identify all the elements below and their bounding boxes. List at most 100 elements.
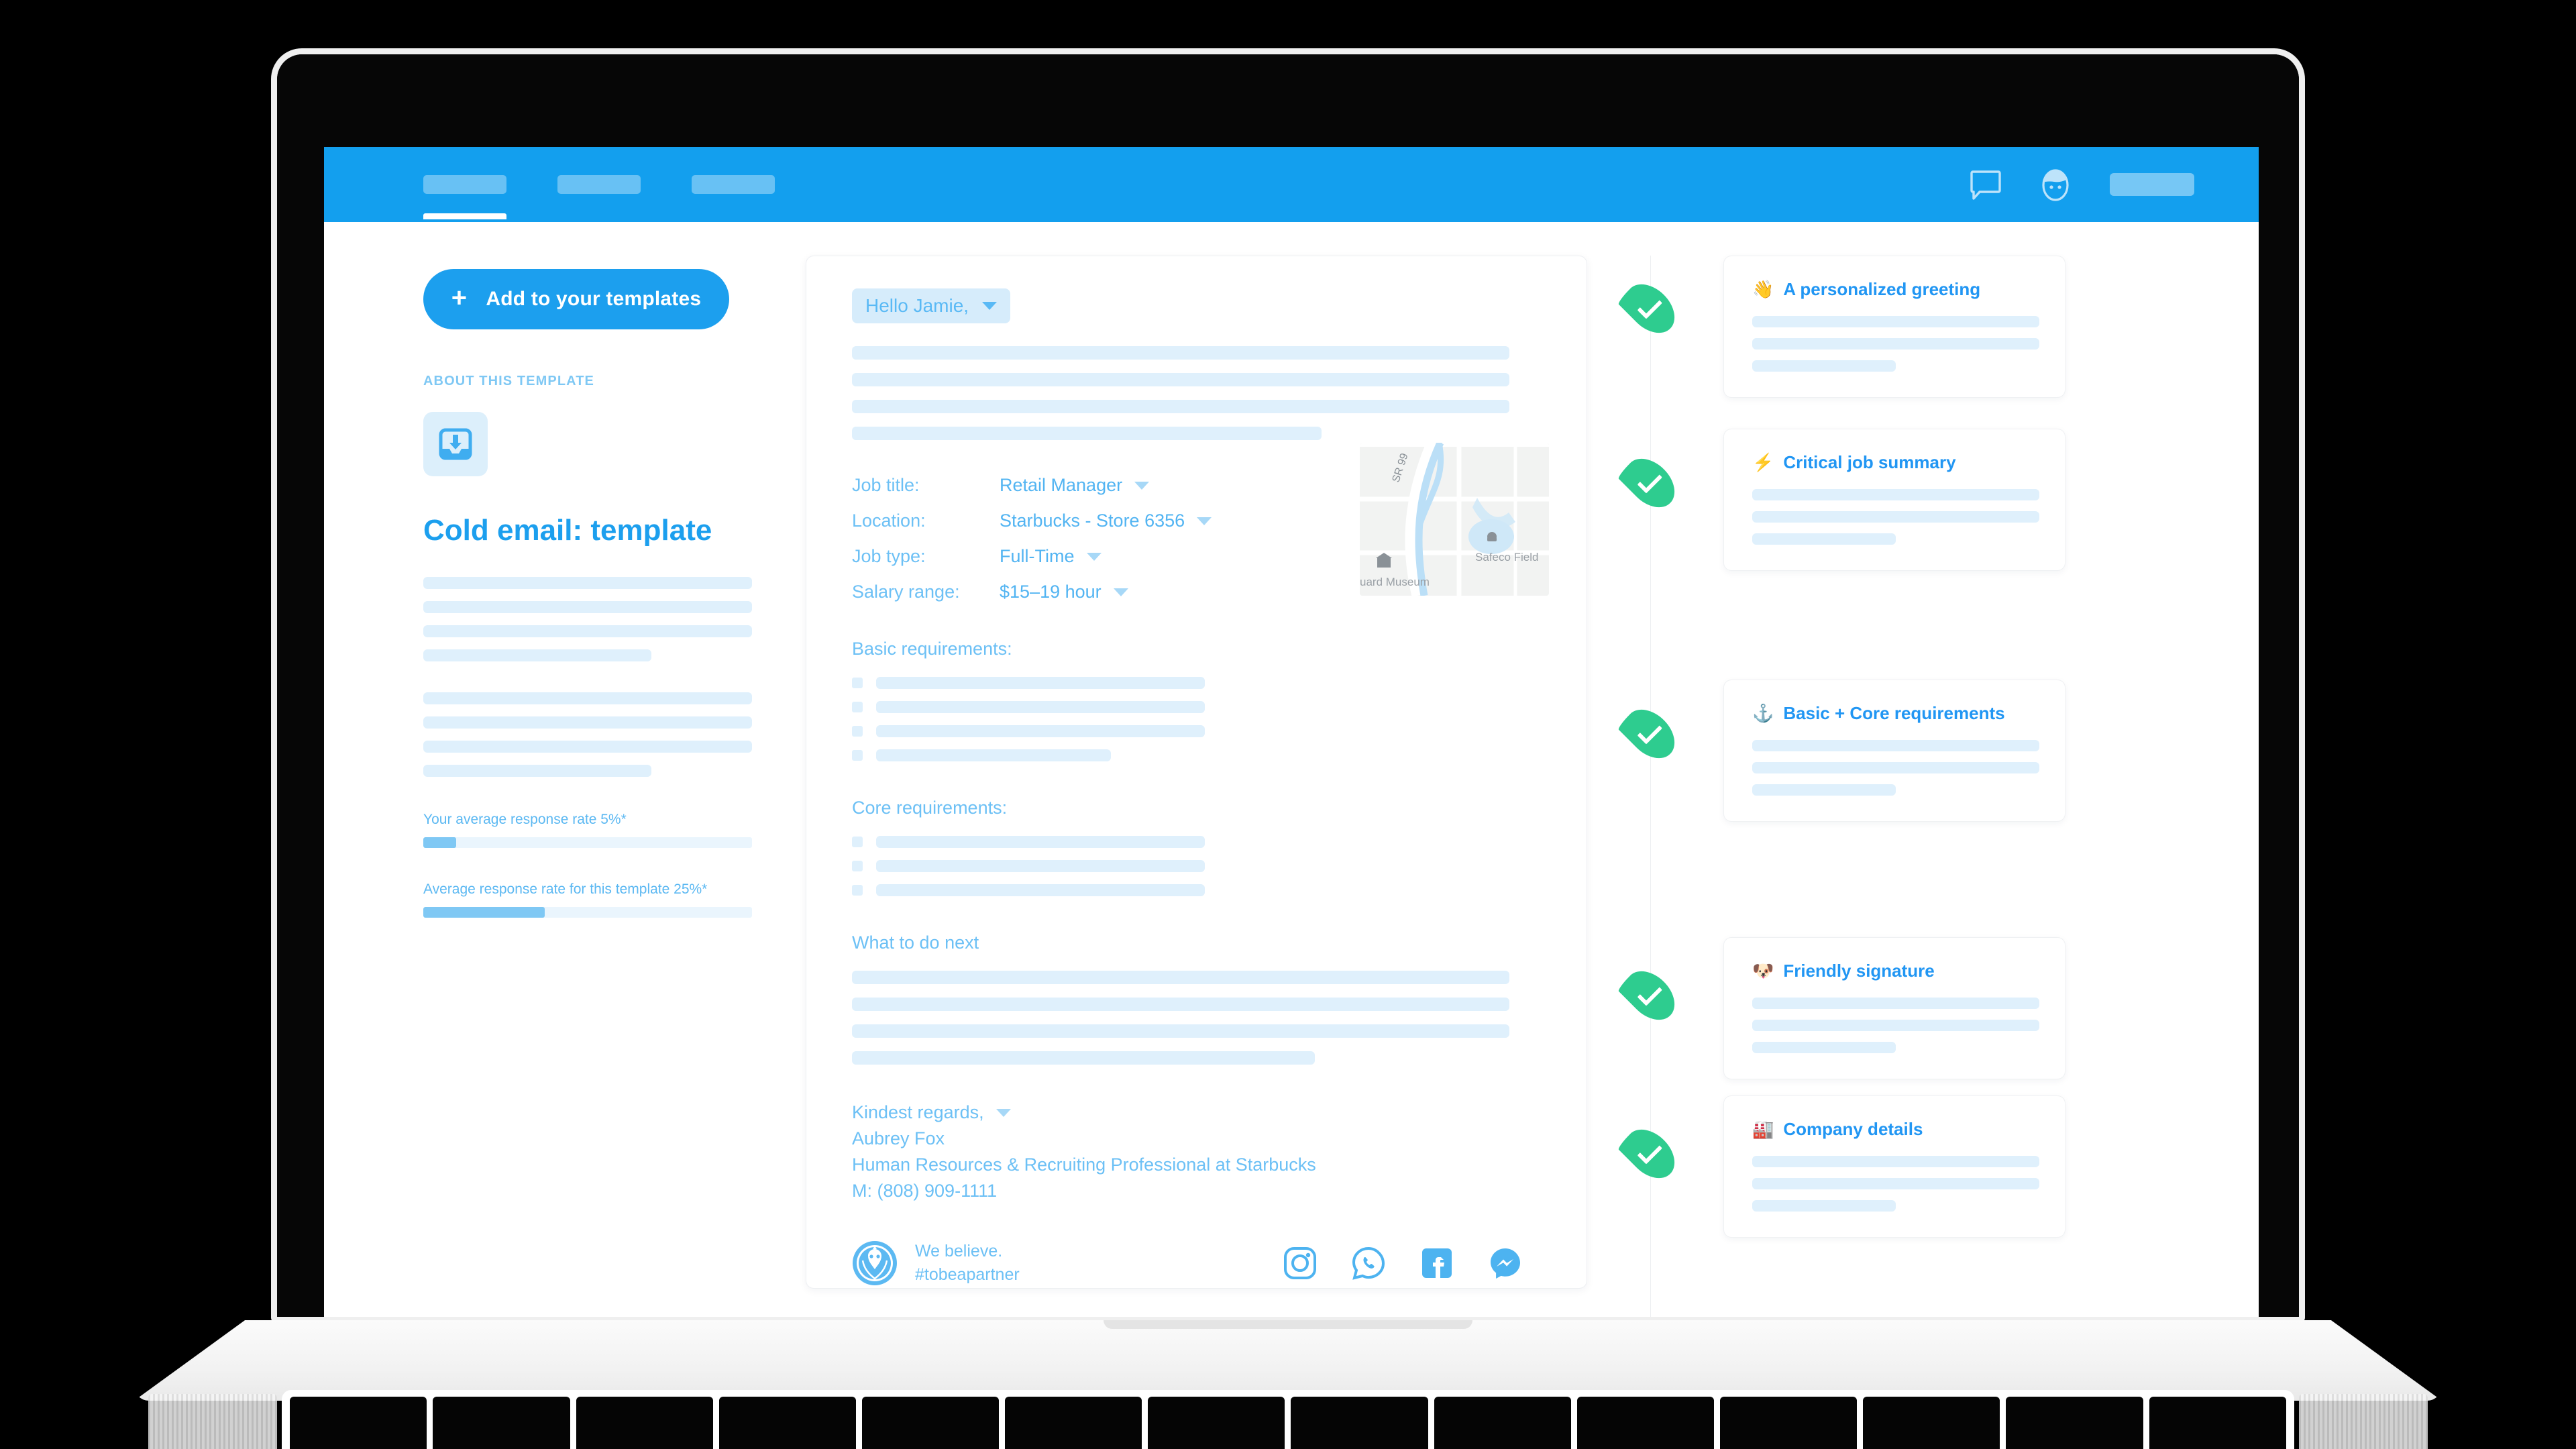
add-to-templates-label: Add to your templates	[486, 288, 702, 310]
template-title: Cold email: template	[423, 514, 712, 547]
whatsapp-icon[interactable]	[1352, 1246, 1385, 1280]
bullet-dot-icon	[852, 837, 863, 847]
job-title-label: Job title:	[852, 475, 920, 495]
factory-icon: 🏭	[1752, 1119, 1774, 1139]
signoff-role: Human Resources & Recruiting Professiona…	[852, 1155, 1316, 1175]
template-description-para-1	[423, 577, 752, 661]
nav-tab-2[interactable]	[557, 175, 641, 194]
user-avatar-icon[interactable]	[2041, 168, 2070, 201]
email-signoff: Kindest regards, Aubrey Fox Human Resour…	[852, 1099, 1549, 1205]
bullet-item	[852, 749, 1549, 761]
skeleton-line	[1752, 1156, 2039, 1167]
skeleton-line	[852, 1051, 1315, 1065]
anchor-icon: ⚓	[1752, 703, 1774, 723]
wave-hand-icon: 👋	[1752, 279, 1774, 299]
keyboard-key	[290, 1397, 427, 1449]
annotation-card-header: ⚡ Critical job summary	[1752, 452, 2039, 473]
annotation-card-title: Basic + Core requirements	[1783, 703, 2005, 723]
keyboard-key	[1720, 1397, 1858, 1449]
skeleton-line	[423, 601, 752, 613]
skeleton-line	[876, 701, 1205, 713]
skeleton-line	[876, 677, 1205, 689]
skeleton-line	[1752, 1042, 1896, 1053]
core-requirements-title: Core requirements:	[852, 798, 1008, 818]
keyboard-key	[1576, 1397, 1715, 1449]
keyboard-key	[718, 1397, 856, 1449]
bullet-dot-icon	[852, 750, 863, 761]
your-response-rate-track	[423, 837, 752, 848]
location-map-thumbnail[interactable]: Safeco Field SR 99 uard Museum	[1360, 443, 1549, 596]
bullet-item	[852, 836, 1549, 848]
skeleton-line	[1752, 316, 2039, 327]
add-to-templates-button[interactable]: + Add to your templates	[423, 269, 729, 329]
user-name-pill[interactable]	[2110, 173, 2194, 196]
bullet-item	[852, 677, 1549, 689]
messenger-icon[interactable]	[1489, 1246, 1522, 1280]
svg-text:uard Museum: uard Museum	[1360, 576, 1430, 588]
tagline-line-2: #tobeapartner	[915, 1265, 1020, 1285]
signoff-name: Aubrey Fox	[852, 1128, 945, 1149]
skeleton-line	[852, 373, 1509, 386]
signoff-closing-row[interactable]: Kindest regards,	[852, 1099, 1549, 1126]
skeleton-line	[876, 725, 1205, 737]
annotation-card-header: ⚓ Basic + Core requirements	[1752, 703, 2039, 724]
skeleton-line	[852, 998, 1509, 1011]
what-to-do-next-title: What to do next	[852, 932, 979, 953]
chevron-down-icon	[1197, 517, 1212, 525]
bullet-dot-icon	[852, 861, 863, 871]
job-type-text: Full-Time	[1000, 546, 1075, 566]
annotation-card-title: Critical job summary	[1783, 452, 1956, 472]
nav-tab-1[interactable]	[423, 175, 506, 219]
template-download-icon[interactable]	[423, 412, 488, 476]
tagline-line-1: We believe.	[915, 1241, 1003, 1260]
bullet-dot-icon	[852, 726, 863, 737]
annotation-card-title: Friendly signature	[1783, 961, 1935, 981]
keyboard-key	[1005, 1397, 1142, 1449]
skeleton-line	[852, 346, 1509, 360]
greeting-dropdown[interactable]: Hello Jamie,	[852, 288, 1011, 323]
about-template-label: ABOUT THIS TEMPLATE	[423, 374, 594, 388]
annotation-card-job-summary[interactable]: ⚡ Critical job summary	[1723, 429, 2065, 571]
chat-bubble-icon[interactable]	[1970, 170, 2001, 200]
skeleton-line	[876, 884, 1205, 896]
keyboard-key	[576, 1397, 713, 1449]
bullet-item	[852, 701, 1549, 713]
your-response-rate-stat: Your average response rate 5%*	[423, 812, 752, 848]
chevron-down-icon	[1113, 588, 1128, 596]
annotation-card-company-details[interactable]: 🏭 Company details	[1723, 1095, 2065, 1238]
job-type-label: Job type:	[852, 546, 926, 566]
nav-tab-3[interactable]	[692, 175, 775, 194]
social-links	[1283, 1246, 1549, 1280]
instagram-icon[interactable]	[1283, 1246, 1317, 1280]
signature-tagline: We believe. #tobeapartner	[915, 1240, 1020, 1287]
skeleton-line	[852, 971, 1509, 984]
keyboard-key	[1291, 1397, 1428, 1449]
skeleton-line	[876, 860, 1205, 872]
what-to-do-next-skeleton	[852, 971, 1549, 1065]
annotation-card-title: Company details	[1783, 1119, 1923, 1139]
bullet-item	[852, 860, 1549, 872]
laptop-deck	[134, 1320, 2442, 1401]
skeleton-line	[1752, 998, 2039, 1009]
bullet-dot-icon	[852, 678, 863, 688]
screen-viewport: + Add to your templates ABOUT THIS TEMPL…	[324, 147, 2259, 1317]
skeleton-line	[1752, 511, 2039, 523]
bullet-dot-icon	[852, 702, 863, 712]
basic-requirements-title: Basic requirements:	[852, 639, 1012, 659]
annotation-card-signature[interactable]: 🐶 Friendly signature	[1723, 937, 2065, 1079]
chevron-down-icon	[1134, 481, 1150, 490]
basic-requirements-bullets	[852, 677, 1549, 761]
skeleton-line	[1752, 1020, 2039, 1031]
template-response-rate-track	[423, 907, 752, 918]
email-intro-skeleton	[852, 346, 1549, 440]
signoff-phone: M: (808) 909-1111	[852, 1181, 998, 1201]
skeleton-line	[1752, 489, 2039, 500]
skeleton-line	[1752, 1178, 2039, 1189]
skeleton-line	[423, 625, 752, 637]
annotation-card-greeting[interactable]: 👋 A personalized greeting	[1723, 256, 2065, 398]
facebook-icon[interactable]	[1420, 1246, 1454, 1280]
skeleton-line	[1752, 740, 2039, 751]
bullet-item	[852, 884, 1549, 896]
template-response-rate-fill	[423, 907, 545, 918]
annotation-card-requirements[interactable]: ⚓ Basic + Core requirements	[1723, 680, 2065, 822]
